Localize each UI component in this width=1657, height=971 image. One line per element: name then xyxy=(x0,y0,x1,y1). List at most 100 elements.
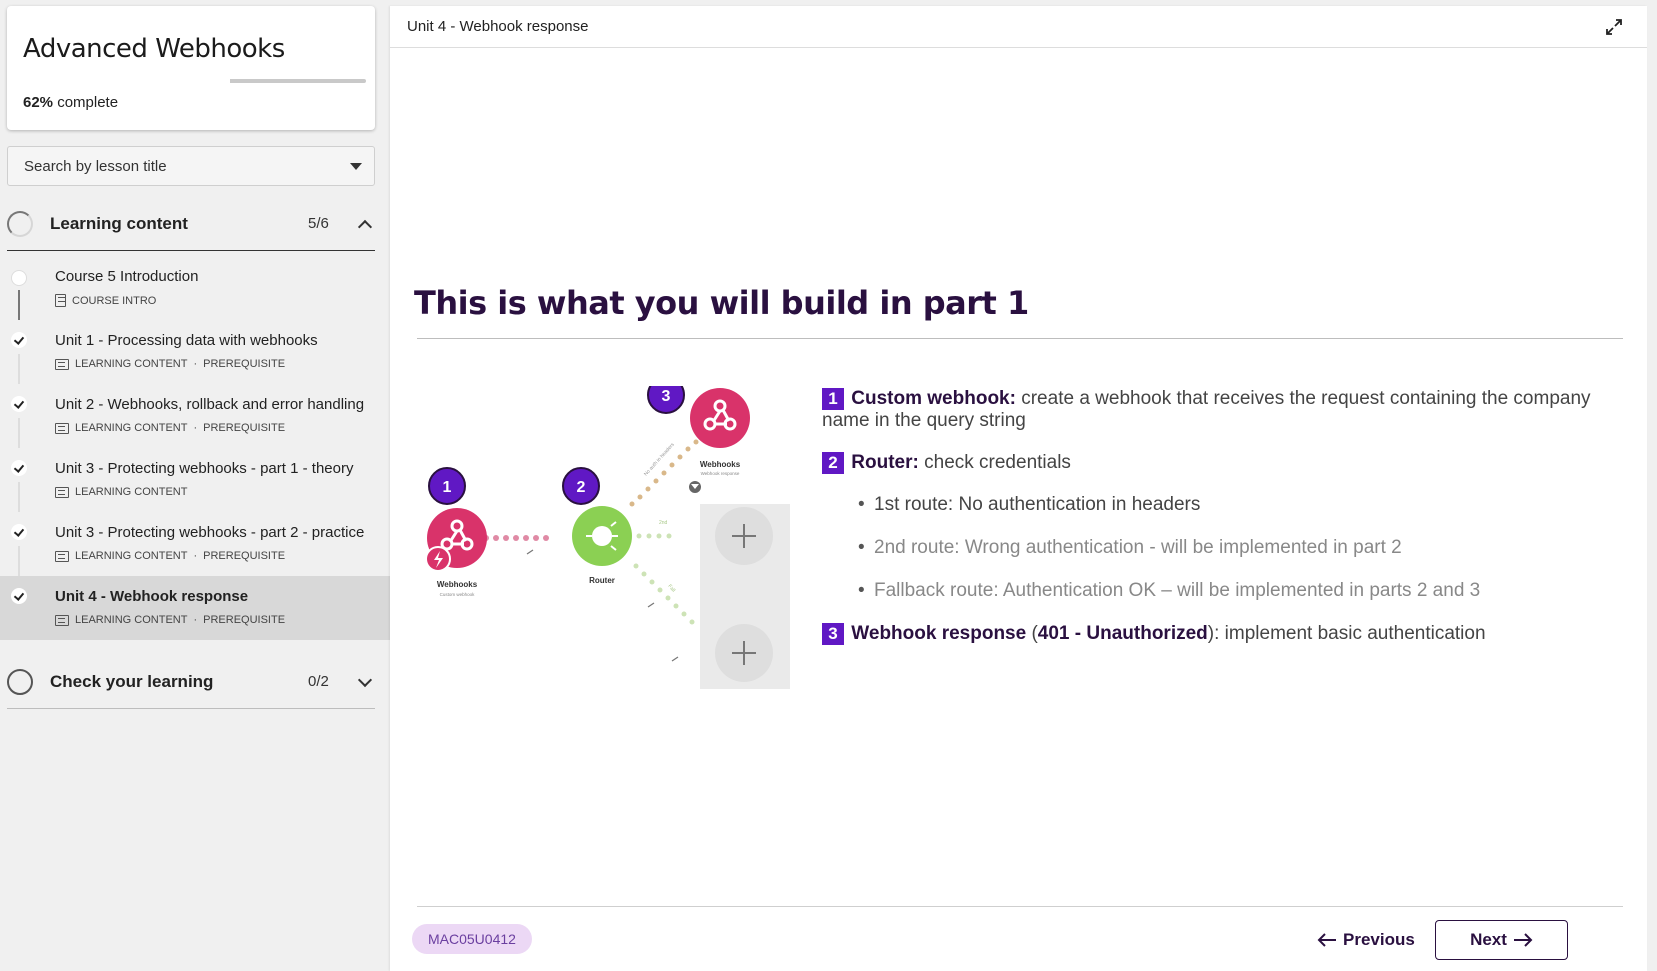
section-learning-content[interactable]: Learning content 5/6 xyxy=(7,197,375,251)
check-icon xyxy=(11,332,27,348)
lesson-item[interactable]: Unit 3 - Protecting webhooks - part 1 - … xyxy=(0,448,390,512)
step-number: 3 xyxy=(822,623,844,645)
search-placeholder: Search by lesson title xyxy=(24,157,167,175)
step-2: 2 Router: check credentials xyxy=(822,452,1612,474)
main-panel: Unit 4 - Webhook response This is what y… xyxy=(390,6,1647,971)
slides-icon xyxy=(55,550,69,562)
step-3: 3 Webhook response (401 - Unauthorized):… xyxy=(822,623,1612,645)
lesson-meta: LEARNING CONTENT · PREREQUISITE xyxy=(55,550,285,562)
meta-separator: · xyxy=(193,550,198,562)
incomplete-dot-icon xyxy=(11,270,27,286)
lesson-list: Course 5 Introduction COURSE INTRO Unit 1 … xyxy=(0,256,390,640)
lesson-item[interactable]: Unit 4 - Webhook response LEARNING CONTEN… xyxy=(0,576,390,640)
check-icon xyxy=(11,524,27,540)
module-sublabel: Webhook response xyxy=(701,471,740,476)
module-label: Router xyxy=(589,576,615,585)
steps-text: 1 Custom webhook: create a webhook that … xyxy=(822,388,1612,665)
arrow-right-icon xyxy=(1513,933,1533,947)
slides-icon xyxy=(55,614,69,626)
wrench-icon xyxy=(671,656,679,662)
previous-label: Previous xyxy=(1343,930,1415,949)
lesson-code-badge: MAC05U0412 xyxy=(412,924,532,954)
scenario-diagram: No auth in headers 2nd Fall Webhooks Cus… xyxy=(425,386,790,689)
wrench-icon xyxy=(647,602,655,608)
lesson-meta: LEARNING CONTENT · PREREQUISITE xyxy=(55,358,285,370)
expand-icon[interactable] xyxy=(1605,18,1623,36)
section-check-your-learning[interactable]: Check your learning 0/2 xyxy=(7,655,375,709)
meta-tag: PREREQUISITE xyxy=(203,358,286,370)
lesson-title: Unit 3 - Protecting webhooks - part 1 - … xyxy=(55,460,354,477)
meta-tag: LEARNING CONTENT xyxy=(75,422,188,434)
wrench-icon xyxy=(526,549,534,555)
connector-2-empty2 xyxy=(633,563,695,625)
lesson-item[interactable]: Course 5 Introduction COURSE INTRO xyxy=(0,256,390,320)
lesson-title: Unit 4 - Webhook response xyxy=(55,588,249,605)
progress-percent: 62% xyxy=(23,94,54,111)
meta-separator: · xyxy=(193,358,198,370)
divider xyxy=(417,906,1623,907)
route-item: Fallback route: Authentication OK – will… xyxy=(858,580,1612,602)
step-text: ( xyxy=(1026,623,1038,644)
lesson-title: Course 5 Introduction xyxy=(55,268,199,285)
step-number: 2 xyxy=(822,452,844,474)
meta-tag: LEARNING CONTENT xyxy=(75,486,188,498)
lesson-item[interactable]: Unit 3 - Protecting webhooks - part 2 - … xyxy=(0,512,390,576)
section-count: 5/6 xyxy=(308,215,329,232)
step-badge-label: 1 xyxy=(443,479,452,496)
meta-tag: PREREQUISITE xyxy=(203,422,286,434)
timeline-line xyxy=(18,482,20,512)
route-list: 1st route: No authentication in headers … xyxy=(858,494,1612,602)
slides-icon xyxy=(55,422,69,434)
step-title: Webhook response xyxy=(851,623,1027,644)
timeline-line xyxy=(18,546,20,576)
slides-icon xyxy=(55,358,69,370)
step-1: 1 Custom webhook: create a webhook that … xyxy=(822,388,1612,432)
step-number: 1 xyxy=(822,388,844,410)
topbar: Unit 4 - Webhook response xyxy=(390,6,1647,48)
progress-text: 62% complete xyxy=(23,94,118,111)
lesson-title: Unit 2 - Webhooks, rollback and error ha… xyxy=(55,396,365,413)
meta-separator: · xyxy=(193,614,198,626)
lesson-meta: LEARNING CONTENT · PREREQUISITE xyxy=(55,614,285,626)
timeline-line xyxy=(18,418,20,448)
check-icon xyxy=(11,588,27,604)
meta-separator: · xyxy=(193,422,198,434)
progress-ring-icon xyxy=(7,668,33,695)
lesson-item[interactable]: Unit 1 - Processing data with webhooks LE… xyxy=(0,320,390,384)
meta-tag: COURSE INTRO xyxy=(72,294,157,307)
progress-ring-icon xyxy=(7,210,33,237)
webhook-module-3 xyxy=(690,388,750,448)
step-text: check credentials xyxy=(918,452,1071,473)
section-count: 0/2 xyxy=(308,673,329,690)
course-title: Advanced Webhooks xyxy=(23,34,285,64)
slides-icon xyxy=(55,486,69,498)
next-label: Next xyxy=(1470,930,1507,949)
divider xyxy=(417,338,1623,339)
lesson-title: Unit 3 - Protecting webhooks - part 2 - … xyxy=(55,524,365,541)
progress-bar xyxy=(230,79,366,83)
step-title: Custom webhook: xyxy=(851,388,1016,409)
meta-tag: PREREQUISITE xyxy=(203,550,286,562)
route-item: 2nd route: Wrong authentication - will b… xyxy=(858,537,1612,559)
previous-button[interactable]: Previous xyxy=(1307,922,1425,958)
module-label: Webhooks xyxy=(437,580,478,589)
chevron-down-icon[interactable] xyxy=(357,672,373,688)
lesson-meta: LEARNING CONTENT · PREREQUISITE xyxy=(55,422,285,434)
lesson-item[interactable]: Unit 2 - Webhooks, rollback and error ha… xyxy=(0,384,390,448)
meta-tag: LEARNING CONTENT xyxy=(75,358,188,370)
unit-title: Unit 4 - Webhook response xyxy=(407,18,589,35)
meta-tag: LEARNING CONTENT xyxy=(75,614,188,626)
sidebar: Advanced Webhooks 62% complete Search by… xyxy=(0,0,390,971)
connector-2-empty1 xyxy=(636,533,672,539)
section-title: Learning content xyxy=(50,213,188,233)
chevron-up-icon[interactable] xyxy=(357,219,373,235)
progress-label: complete xyxy=(57,94,119,111)
lesson-search-select[interactable]: Search by lesson title xyxy=(7,146,375,186)
lesson-meta: COURSE INTRO xyxy=(55,294,156,307)
caret-down-icon[interactable] xyxy=(350,163,362,170)
arrow-left-icon xyxy=(1317,933,1336,947)
connector-1-2 xyxy=(483,535,549,541)
check-icon xyxy=(11,396,27,412)
next-button[interactable]: Next xyxy=(1435,920,1568,960)
lesson-meta: LEARNING CONTENT xyxy=(55,486,187,498)
